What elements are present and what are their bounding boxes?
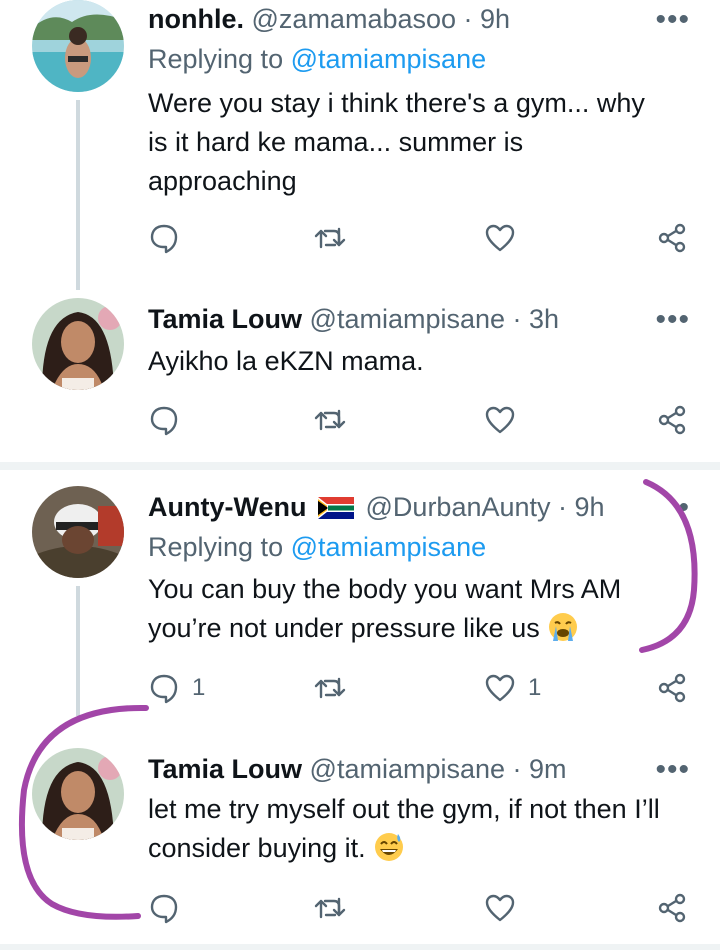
- share-icon: [658, 223, 686, 253]
- reply-button[interactable]: [148, 892, 180, 924]
- tweet-actions: [148, 222, 696, 256]
- tweet-text: Were you stay i think there's a gym... w…: [148, 84, 680, 201]
- retweet-icon: [314, 227, 346, 249]
- share-icon: [658, 673, 686, 703]
- tweet-text-line: Ayikho la eKZN mama.: [148, 346, 424, 376]
- replying-to-link[interactable]: @tamiampisane: [291, 532, 487, 562]
- speech-bubble-icon: [150, 406, 178, 436]
- heart-icon: [485, 406, 515, 434]
- reply-button[interactable]: [148, 222, 180, 254]
- replying-to-link[interactable]: @tamiampisane: [291, 44, 487, 74]
- bottom-divider: [0, 944, 720, 950]
- display-name[interactable]: Aunty-Wenu: [148, 492, 306, 522]
- avatar[interactable]: [32, 748, 124, 840]
- tweet-1[interactable]: nonhle. @zamamabasoo · 9h ••• Replying t…: [0, 0, 720, 290]
- tweet-actions: [148, 892, 696, 926]
- tweet-text: let me try myself out the gym, if not th…: [148, 790, 680, 868]
- tweet-text-line: approaching: [148, 166, 297, 196]
- tweet-text-line-content: you’re not under pressure like us: [148, 613, 540, 643]
- retweet-button[interactable]: [314, 222, 346, 254]
- more-options-icon[interactable]: •••: [655, 755, 690, 785]
- tweet-header: Tamia Louw @tamiampisane · 9m: [148, 752, 650, 786]
- heart-icon: [485, 224, 515, 252]
- reply-count: 1: [192, 674, 206, 701]
- tweet-text-line: consider buying it.: [148, 829, 680, 868]
- tweet-text-line: Were you stay i think there's a gym... w…: [148, 88, 645, 118]
- replying-prefix: Replying to: [148, 44, 284, 74]
- speech-bubble-icon: [150, 224, 178, 254]
- retweet-icon: [314, 409, 346, 431]
- thread-line: [76, 586, 80, 716]
- like-count: 1: [528, 674, 542, 701]
- more-options-icon[interactable]: •••: [655, 305, 690, 335]
- tweet-header: Tamia Louw @tamiampisane · 3h: [148, 302, 650, 336]
- handle-and-time[interactable]: @zamamabasoo · 9h: [252, 4, 511, 34]
- heart-icon: [485, 674, 515, 702]
- tweet-text-line: let me try myself out the gym, if not th…: [148, 794, 660, 824]
- tweet-actions: [148, 404, 696, 438]
- handle-and-time[interactable]: @DurbanAunty · 9h: [366, 492, 605, 522]
- replying-to: Replying to @tamiampisane: [148, 530, 486, 564]
- grinning-face-with-sweat-icon: [375, 833, 404, 861]
- reply-button[interactable]: [148, 404, 180, 436]
- tweet-actions: 1 1: [148, 672, 696, 706]
- replying-prefix: Replying to: [148, 532, 284, 562]
- tweet-3[interactable]: Aunty-Wenu @DurbanAunty · 9h • Replying …: [0, 486, 720, 716]
- tweet-header: nonhle. @zamamabasoo · 9h: [148, 2, 650, 36]
- display-name[interactable]: Tamia Louw: [148, 304, 302, 334]
- share-button[interactable]: [656, 222, 688, 254]
- replying-to: Replying to @tamiampisane: [148, 42, 486, 76]
- more-options-icon[interactable]: •••: [655, 5, 690, 35]
- loudly-crying-face-icon: [549, 613, 578, 641]
- like-button[interactable]: 1: [484, 672, 541, 704]
- handle-and-time[interactable]: @tamiampisane · 3h: [310, 304, 560, 334]
- tweet-text-line: You can buy the body you want Mrs AM: [148, 574, 622, 604]
- speech-bubble-icon: [150, 894, 178, 924]
- tweet-text: Ayikho la eKZN mama.: [148, 342, 680, 381]
- heart-icon: [485, 894, 515, 922]
- retweet-button[interactable]: [314, 672, 346, 704]
- tweet-text-line: is it hard ke mama... summer is: [148, 127, 524, 157]
- retweet-icon: [314, 677, 346, 699]
- share-icon: [658, 405, 686, 435]
- avatar[interactable]: [32, 486, 124, 578]
- handle-and-time[interactable]: @tamiampisane · 9m: [310, 754, 567, 784]
- section-divider: [0, 462, 720, 470]
- reply-button[interactable]: 1: [148, 672, 205, 704]
- south-africa-flag-icon: [318, 497, 354, 519]
- display-name[interactable]: Tamia Louw: [148, 754, 302, 784]
- retweet-button[interactable]: [314, 892, 346, 924]
- retweet-icon: [314, 897, 346, 919]
- tweet-4[interactable]: Tamia Louw @tamiampisane · 9m ••• let me…: [0, 748, 720, 938]
- speech-bubble-icon: [150, 674, 178, 704]
- tweet-header: Aunty-Wenu @DurbanAunty · 9h: [148, 490, 650, 524]
- tweet-text-line: you’re not under pressure like us: [148, 609, 680, 648]
- like-button[interactable]: [484, 404, 516, 436]
- share-button[interactable]: [656, 892, 688, 924]
- display-name[interactable]: nonhle.: [148, 4, 244, 34]
- share-icon: [658, 893, 686, 923]
- tweet-text-line-content: consider buying it.: [148, 833, 366, 863]
- share-button[interactable]: [656, 404, 688, 436]
- retweet-button[interactable]: [314, 404, 346, 436]
- tweet-text: You can buy the body you want Mrs AM you…: [148, 570, 680, 648]
- like-button[interactable]: [484, 892, 516, 924]
- share-button[interactable]: [656, 672, 688, 704]
- like-button[interactable]: [484, 222, 516, 254]
- thread-line: [76, 100, 80, 290]
- avatar[interactable]: [32, 298, 124, 390]
- more-options-icon[interactable]: •: [678, 493, 690, 523]
- avatar[interactable]: [32, 0, 124, 92]
- tweet-2[interactable]: Tamia Louw @tamiampisane · 3h ••• Ayikho…: [0, 298, 720, 458]
